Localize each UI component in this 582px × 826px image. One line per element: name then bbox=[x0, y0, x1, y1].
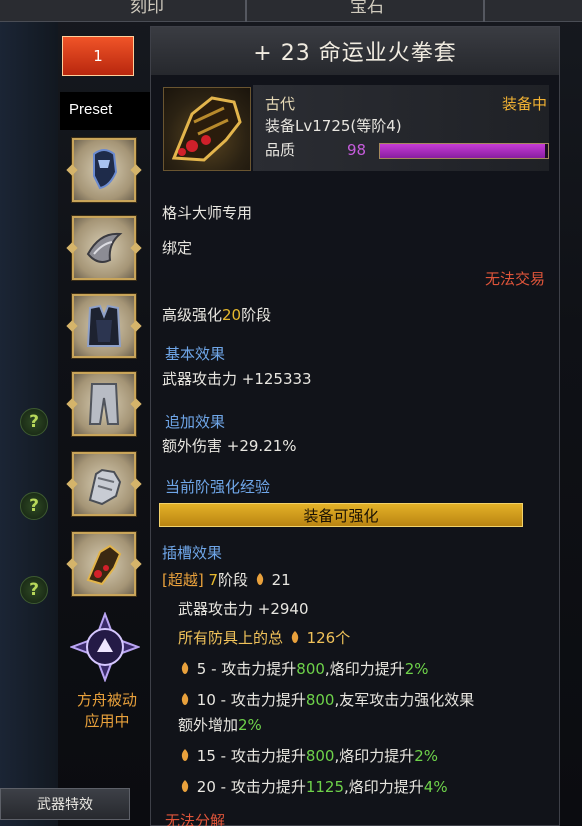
equipped-status: 装备中 bbox=[501, 95, 547, 113]
head-icon bbox=[93, 149, 118, 190]
help-icon[interactable]: ? bbox=[20, 492, 48, 520]
equip-slot-shoulder[interactable] bbox=[72, 216, 136, 280]
disassemble-status: 无法分解 bbox=[165, 812, 226, 826]
total-label: 所有防具上的总 bbox=[178, 629, 284, 647]
help-icon[interactable]: ? bbox=[20, 408, 48, 436]
bonus-threshold: 5 bbox=[196, 660, 207, 678]
socket-effect-header: 插槽效果 bbox=[162, 544, 223, 562]
tab-divider bbox=[483, 0, 485, 22]
item-title: + 23 命运业火拳套 bbox=[151, 27, 559, 75]
transcend-tag: [超越] bbox=[162, 571, 204, 589]
transcend-stage: 7 bbox=[208, 571, 219, 589]
total-armor-line: 所有防具上的总 126个 bbox=[178, 627, 350, 648]
item-level: 装备Lv1725(等阶4) bbox=[265, 117, 402, 135]
advanced-honing: 高级强化20阶段 bbox=[162, 304, 271, 325]
advanced-honing-value: 20 bbox=[222, 306, 242, 324]
bonus-text-a: - 攻击力提升 bbox=[215, 778, 306, 796]
bonus-line2-text: 额外增加 bbox=[178, 716, 239, 734]
bonus-text-a: - 攻击力提升 bbox=[206, 660, 297, 678]
bonus-threshold: 10 bbox=[196, 691, 216, 709]
bonus-row: 10 - 攻击力提升800,友军攻击力强化效果 bbox=[178, 689, 474, 710]
bonus-text-b: ,烙印力提升 bbox=[334, 747, 415, 765]
item-tooltip: + 23 命运业火拳套 古代 装备中 装备Lv1725(等阶4) 品质 98 格… bbox=[150, 26, 560, 826]
tab-gems[interactable]: 宝石 bbox=[350, 0, 384, 17]
bonus-threshold: 15 bbox=[196, 747, 216, 765]
bonus-threshold: 20 bbox=[196, 778, 216, 796]
weapon-effect-button[interactable]: 武器特效 bbox=[0, 788, 130, 820]
additional-effect-line: 额外伤害 +29.21% bbox=[162, 437, 297, 455]
stage-label: 阶段 bbox=[218, 571, 249, 589]
bonus-line2-val: 2% bbox=[238, 716, 262, 734]
basic-effect-line: 武器攻击力 +125333 bbox=[162, 370, 312, 388]
bonus-val-b: 2% bbox=[414, 747, 439, 765]
preset-label: Preset bbox=[60, 92, 150, 130]
bonus-row: 20 - 攻击力提升1125,烙印力提升4% bbox=[178, 776, 448, 797]
equip-slot-weapon[interactable] bbox=[72, 532, 136, 596]
ark-passive-line2: 应用中 bbox=[84, 712, 130, 730]
bonus-val-a: 800 bbox=[305, 747, 335, 765]
gauntlet-icon bbox=[171, 96, 242, 162]
flame-icon bbox=[181, 693, 189, 705]
ark-passive-emblem-icon[interactable] bbox=[70, 612, 140, 682]
quality-bar-fill bbox=[380, 144, 545, 158]
flame-icon bbox=[181, 749, 189, 761]
bonus-val-b: 2% bbox=[404, 660, 429, 678]
pants-icon bbox=[88, 383, 120, 425]
bonus-text-b: ,烙印力提升 bbox=[324, 660, 405, 678]
quality-bar bbox=[379, 143, 549, 159]
trade-status: 无法交易 bbox=[484, 270, 545, 288]
equip-slot-chest[interactable] bbox=[72, 294, 136, 358]
honing-exp-bar[interactable]: 装备可强化 bbox=[159, 503, 523, 527]
bonus-text-b: ,友军攻击力强化效果 bbox=[334, 691, 475, 709]
class-restriction: 格斗大师专用 bbox=[162, 204, 253, 222]
transcend-line: [超越] 7阶段 21 bbox=[162, 569, 291, 590]
shoulder-icon bbox=[86, 232, 123, 263]
tab-engraving[interactable]: 刻印 bbox=[130, 0, 164, 17]
total-count: 126个 bbox=[306, 629, 351, 647]
flame-icon bbox=[291, 631, 298, 643]
advanced-honing-suffix: 阶段 bbox=[241, 306, 272, 324]
bonus-val-b: 4% bbox=[423, 778, 448, 796]
bonus-text-a: - 攻击力提升 bbox=[215, 691, 306, 709]
weapon-icon bbox=[86, 544, 122, 586]
basic-effect-header: 基本效果 bbox=[165, 345, 226, 363]
bonus-row: 5 - 攻击力提升800,烙印力提升2% bbox=[178, 658, 429, 679]
equip-slot-pants[interactable] bbox=[72, 372, 136, 436]
equip-slot-head[interactable] bbox=[72, 138, 136, 202]
equip-slot-gloves[interactable] bbox=[72, 452, 136, 516]
flame-icon bbox=[181, 662, 189, 674]
bonus-val-a: 800 bbox=[305, 691, 335, 709]
chest-icon bbox=[86, 304, 122, 347]
bonus-text-a: - 攻击力提升 bbox=[215, 747, 306, 765]
help-icon[interactable]: ? bbox=[20, 576, 48, 604]
honing-exp-header: 当前阶强化经验 bbox=[165, 478, 271, 496]
item-rarity: 古代 bbox=[265, 95, 296, 113]
bonus-text-b: ,烙印力提升 bbox=[344, 778, 424, 796]
ark-passive-status: 方舟被动 应用中 bbox=[62, 690, 152, 732]
additional-effect-header: 追加效果 bbox=[165, 413, 226, 431]
quality-value: 98 bbox=[347, 141, 367, 159]
bound-status: 绑定 bbox=[162, 239, 193, 257]
preset-tab-1[interactable]: 1 bbox=[62, 36, 134, 76]
top-tab-bar: 刻印 宝石 bbox=[0, 0, 582, 22]
bonus-row-continuation: 额外增加2% bbox=[178, 714, 262, 735]
flame-icon bbox=[181, 780, 189, 792]
bonus-val-a: 1125 bbox=[305, 778, 345, 796]
bonus-val-a: 800 bbox=[296, 660, 325, 678]
flame-icon bbox=[256, 573, 264, 585]
tab-divider bbox=[245, 0, 247, 22]
flame-count: 21 bbox=[271, 571, 291, 589]
socket-weapon-attack: 武器攻击力 +2940 bbox=[178, 600, 309, 618]
bonus-row: 15 - 攻击力提升800,烙印力提升2% bbox=[178, 745, 438, 766]
item-thumbnail bbox=[163, 87, 251, 171]
advanced-honing-prefix: 高级强化 bbox=[162, 306, 223, 324]
gloves-icon bbox=[88, 468, 122, 506]
quality-label: 品质 bbox=[265, 141, 296, 159]
ark-passive-line1: 方舟被动 bbox=[76, 691, 137, 709]
item-header: 古代 装备中 装备Lv1725(等阶4) 品质 98 bbox=[161, 85, 551, 171]
